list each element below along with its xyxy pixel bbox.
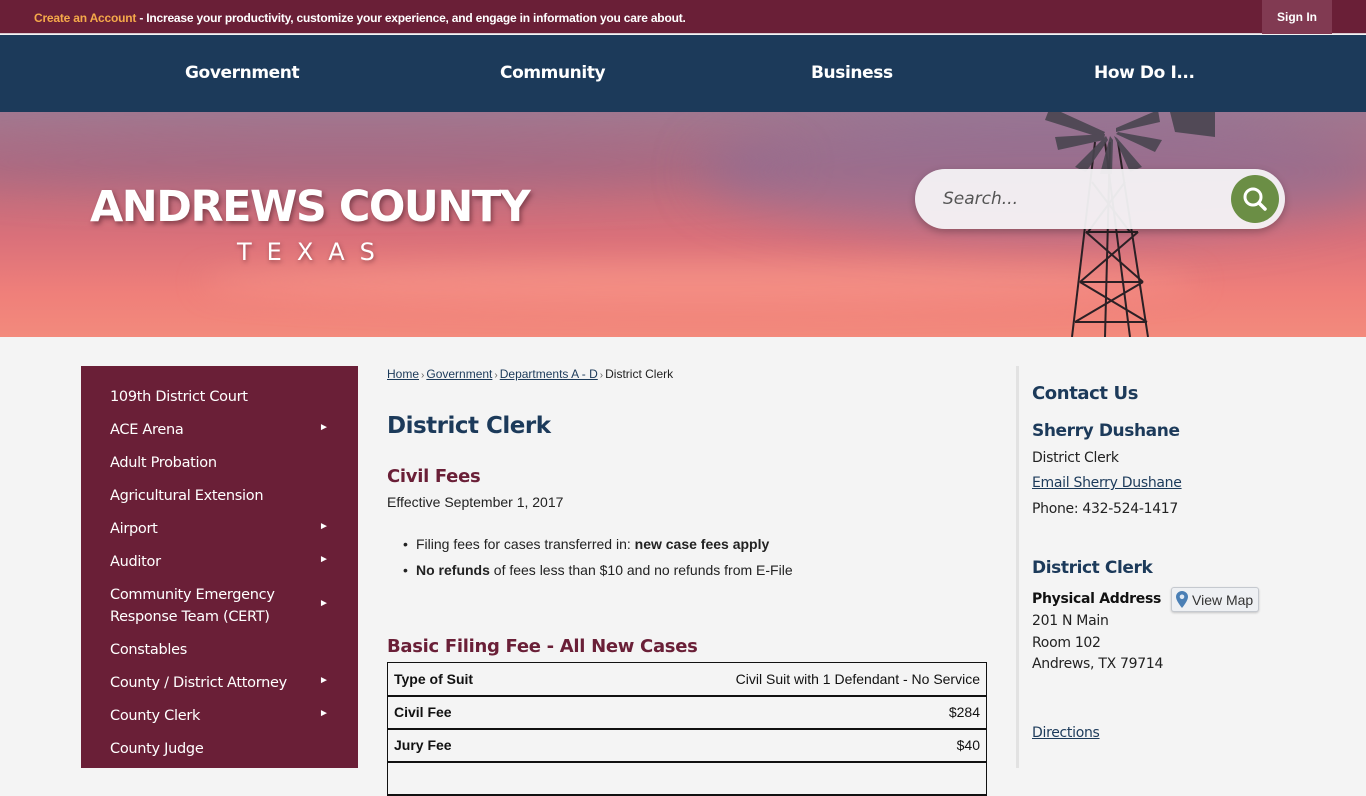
note-text: Filing fees for cases transferred in: — [416, 536, 635, 552]
department-heading: District Clerk — [1032, 558, 1153, 578]
sidebar-item-agricultural-extension[interactable]: Agricultural Extension — [110, 485, 340, 507]
submenu-arrow-icon[interactable]: ► — [319, 675, 329, 686]
view-map-button[interactable]: View Map — [1171, 587, 1259, 612]
sidebar-nav: 109th District Court ACE Arena ► Adult P… — [81, 366, 358, 768]
address-line: Room 102 — [1032, 635, 1101, 651]
table-row: Jury Fee $40 — [386, 728, 987, 763]
fee-value: $40 — [544, 728, 987, 763]
create-account-link[interactable]: Create an Account — [34, 11, 136, 25]
contact-phone: Phone: 432-524-1417 — [1032, 501, 1179, 517]
table-row: Type of Suit Civil Suit with 1 Defendant… — [386, 662, 987, 697]
fee-value: Civil Suit with 1 Defendant - No Service — [544, 662, 987, 697]
sidebar-item-constables[interactable]: Constables — [110, 639, 340, 661]
effective-date: Effective September 1, 2017 — [387, 494, 564, 510]
note-text: of fees less than $10 and no refunds fro… — [489, 562, 793, 578]
view-map-label: View Map — [1192, 591, 1254, 608]
account-message-text: - Increase your productivity, customize … — [136, 11, 686, 25]
list-item: No refunds of fees less than $10 and no … — [403, 562, 793, 588]
sidebar-item-county-judge[interactable]: County Judge — [110, 738, 340, 760]
search-button[interactable] — [1231, 175, 1279, 223]
physical-address-label: Physical Address — [1032, 591, 1162, 607]
contact-name: Sherry Dushane — [1032, 421, 1180, 441]
nav-community[interactable]: Community — [500, 63, 606, 83]
site-logo-subtitle: TEXAS — [237, 238, 390, 266]
fee-label: Jury Fee — [386, 728, 545, 763]
fee-label: Civil Fee — [386, 695, 545, 730]
fee-label: Type of Suit — [386, 662, 545, 697]
submenu-arrow-icon[interactable]: ► — [319, 521, 329, 532]
search-input[interactable] — [943, 183, 1213, 215]
table-row: Civil Fee $284 — [386, 695, 987, 730]
account-message: Create an Account - Increase your produc… — [34, 11, 686, 25]
breadcrumb-separator: › — [494, 370, 498, 381]
page-title: District Clerk — [387, 413, 551, 439]
fee-table: Type of Suit Civil Suit with 1 Defendant… — [386, 662, 987, 796]
nav-how-do-i[interactable]: How Do I... — [1094, 63, 1195, 83]
top-utility-bar: Create an Account - Increase your produc… — [0, 0, 1366, 34]
column-divider — [1016, 366, 1019, 768]
sidebar-item-county-clerk[interactable]: County Clerk — [110, 705, 340, 727]
submenu-arrow-icon[interactable]: ► — [319, 554, 329, 565]
hero-banner: ANDREWS COUNTY TEXAS — [0, 112, 1366, 337]
fee-value — [544, 761, 987, 796]
address-line: Andrews, TX 79714 — [1032, 656, 1164, 672]
breadcrumb-separator: › — [421, 370, 425, 381]
note-bold-text: new case fees apply — [634, 536, 770, 552]
address-line: 201 N Main — [1032, 613, 1109, 629]
sidebar-item-109th-district-court[interactable]: 109th District Court — [110, 386, 340, 408]
search-icon — [1243, 187, 1267, 211]
nav-government[interactable]: Government — [185, 63, 300, 83]
sidebar-item-adult-probation[interactable]: Adult Probation — [110, 452, 340, 474]
contact-heading: Contact Us — [1032, 383, 1139, 404]
breadcrumb-government[interactable]: Government — [426, 367, 492, 381]
fee-notes-list: Filing fees for cases transferred in: ne… — [403, 536, 793, 588]
email-link[interactable]: Email Sherry Dushane — [1032, 475, 1182, 491]
civil-fees-heading: Civil Fees — [387, 466, 481, 487]
breadcrumb: Home › Government › Departments A - D › Distri… — [387, 367, 673, 381]
breadcrumb-home[interactable]: Home — [387, 367, 419, 381]
note-bold-text: No refunds — [416, 562, 490, 578]
contact-role: District Clerk — [1032, 450, 1119, 466]
main-navigation: Government Community Business How Do I..… — [0, 35, 1366, 112]
fee-value: $284 — [544, 695, 987, 730]
table-row — [386, 761, 987, 796]
list-item: Filing fees for cases transferred in: ne… — [403, 536, 793, 562]
sidebar-item-cert[interactable]: Community Emergency Response Team (CERT) — [110, 584, 305, 628]
sidebar-item-auditor[interactable]: Auditor — [110, 551, 340, 573]
sidebar-item-ace-arena[interactable]: ACE Arena — [110, 419, 340, 441]
sign-in-button[interactable]: Sign In — [1262, 0, 1332, 34]
breadcrumb-separator: › — [599, 370, 604, 381]
sidebar-item-airport[interactable]: Airport — [110, 518, 340, 540]
submenu-arrow-icon[interactable]: ► — [319, 422, 329, 433]
submenu-arrow-icon[interactable]: ► — [319, 708, 329, 719]
search-bar — [915, 169, 1285, 229]
directions-link[interactable]: Directions — [1032, 725, 1100, 741]
nav-business[interactable]: Business — [811, 63, 893, 83]
breadcrumb-current: District Clerk — [605, 367, 674, 381]
breadcrumb-departments-a-d[interactable]: Departments A - D — [500, 367, 598, 381]
site-logo-title[interactable]: ANDREWS COUNTY — [90, 182, 531, 232]
basic-filing-fee-heading: Basic Filing Fee - All New Cases — [387, 636, 698, 657]
submenu-arrow-icon[interactable]: ► — [319, 598, 329, 609]
fee-label — [386, 761, 545, 796]
map-pin-icon — [1176, 591, 1188, 608]
sidebar-item-county-district-attorney[interactable]: County / District Attorney — [110, 672, 340, 694]
